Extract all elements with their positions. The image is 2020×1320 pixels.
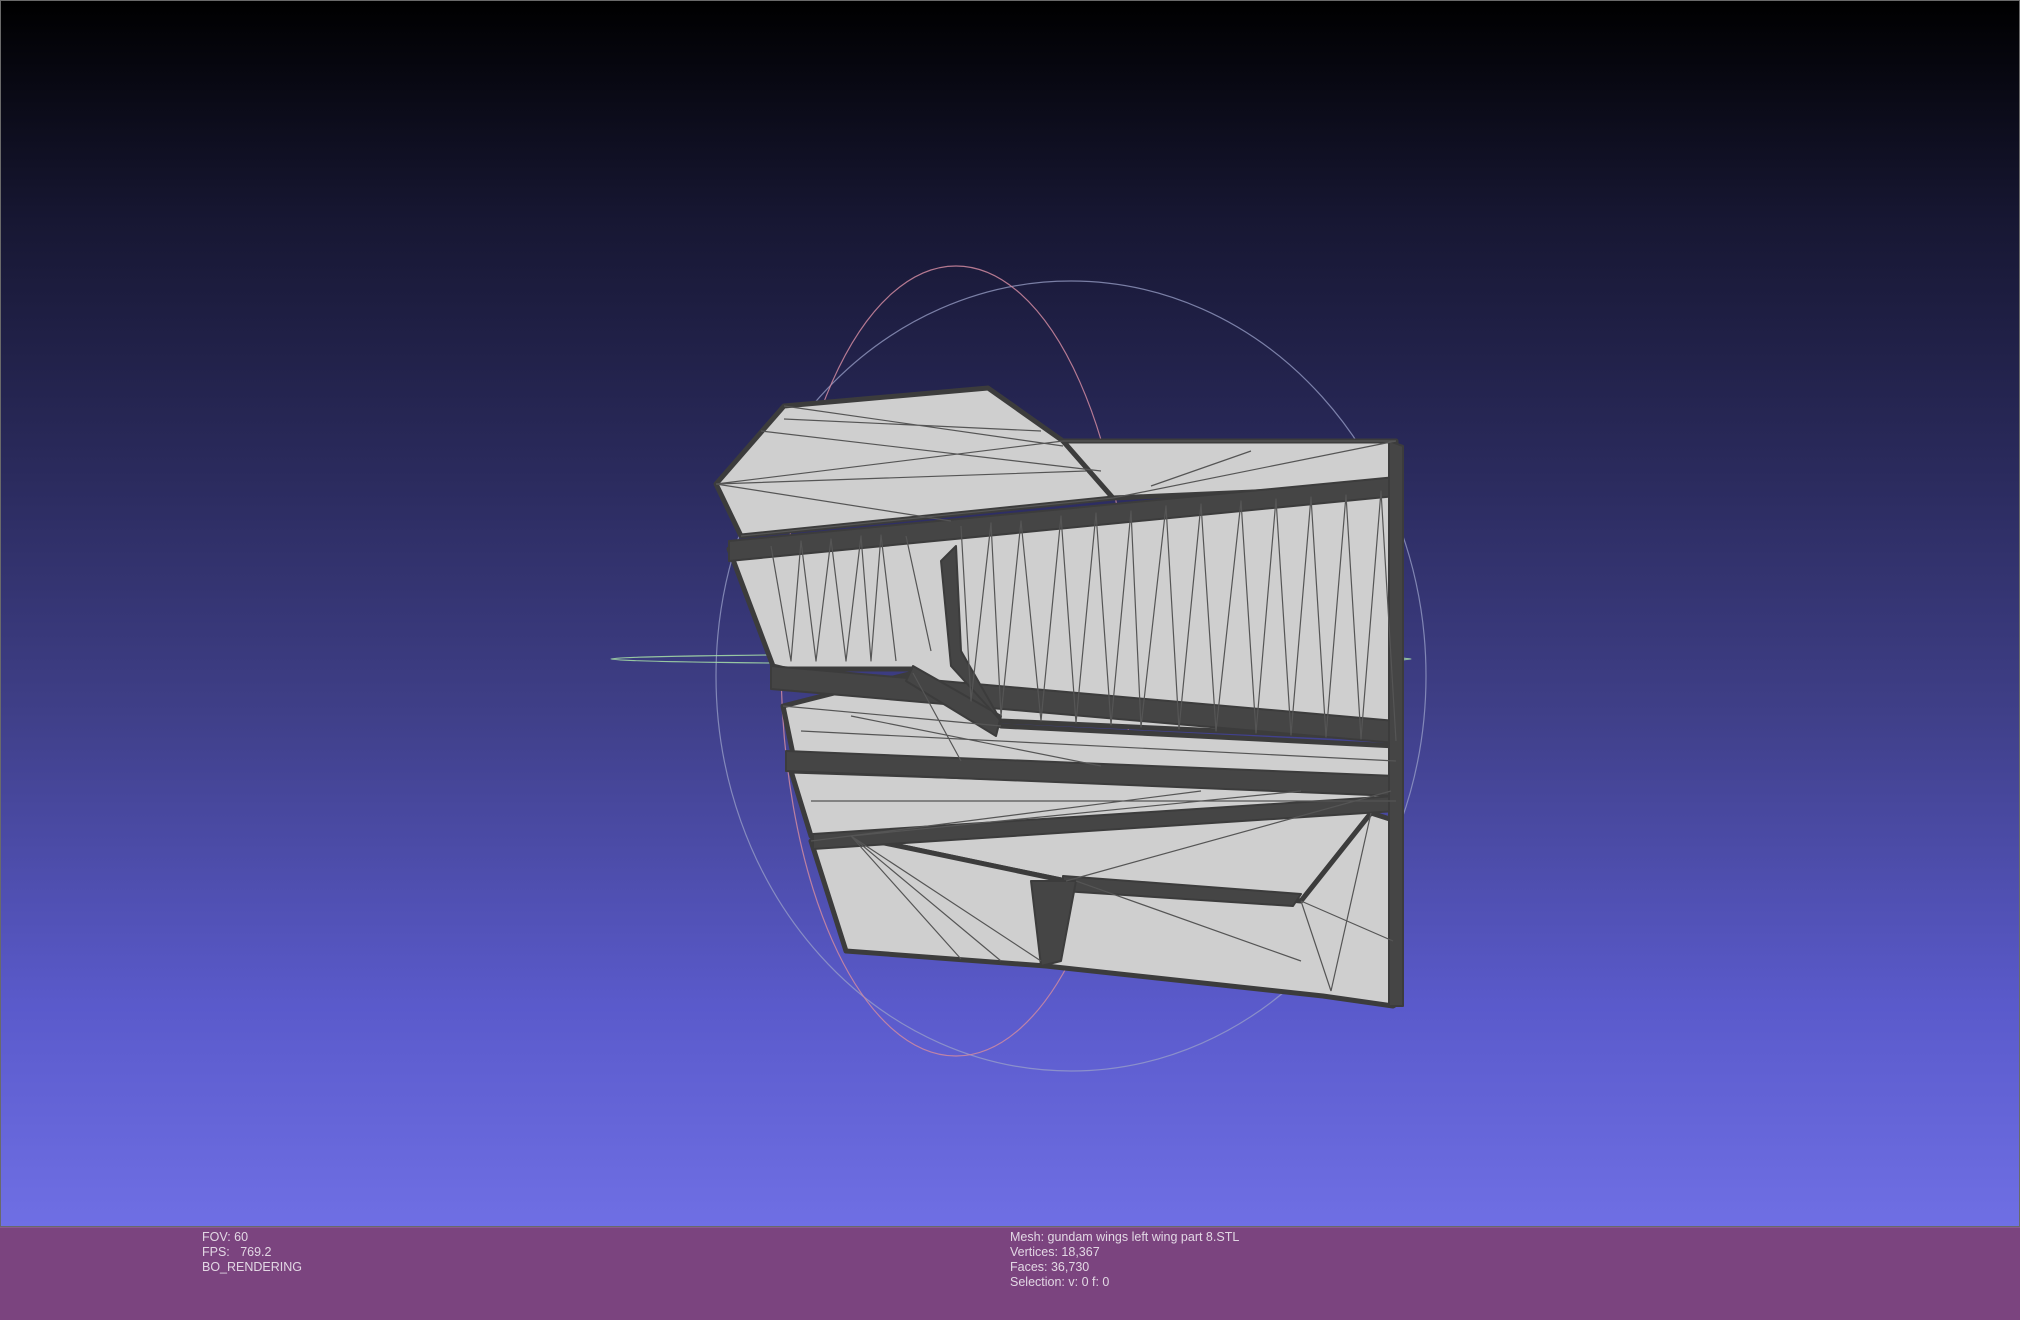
render-mode-label: BO_RENDERING (202, 1260, 303, 1274)
info-bar: FOV: 60 FPS: 769.2 BO_RENDERING Mesh: gu… (0, 1227, 2020, 1320)
3d-viewport[interactable] (0, 0, 2020, 1227)
mesh-model[interactable] (713, 385, 1404, 1009)
mesh-name-label: Mesh: gundam wings left wing part 8.STL (1010, 1230, 1240, 1244)
mesh-scene[interactable] (1, 1, 2020, 1228)
vertices-label: Vertices: 18,367 (1010, 1245, 1100, 1259)
selection-label: Selection: v: 0 f: 0 (1010, 1275, 1110, 1289)
faces-label: Faces: 36,730 (1010, 1260, 1090, 1274)
fps-label: FPS: 769.2 (202, 1245, 272, 1259)
fov-label: FOV: 60 (202, 1230, 249, 1244)
